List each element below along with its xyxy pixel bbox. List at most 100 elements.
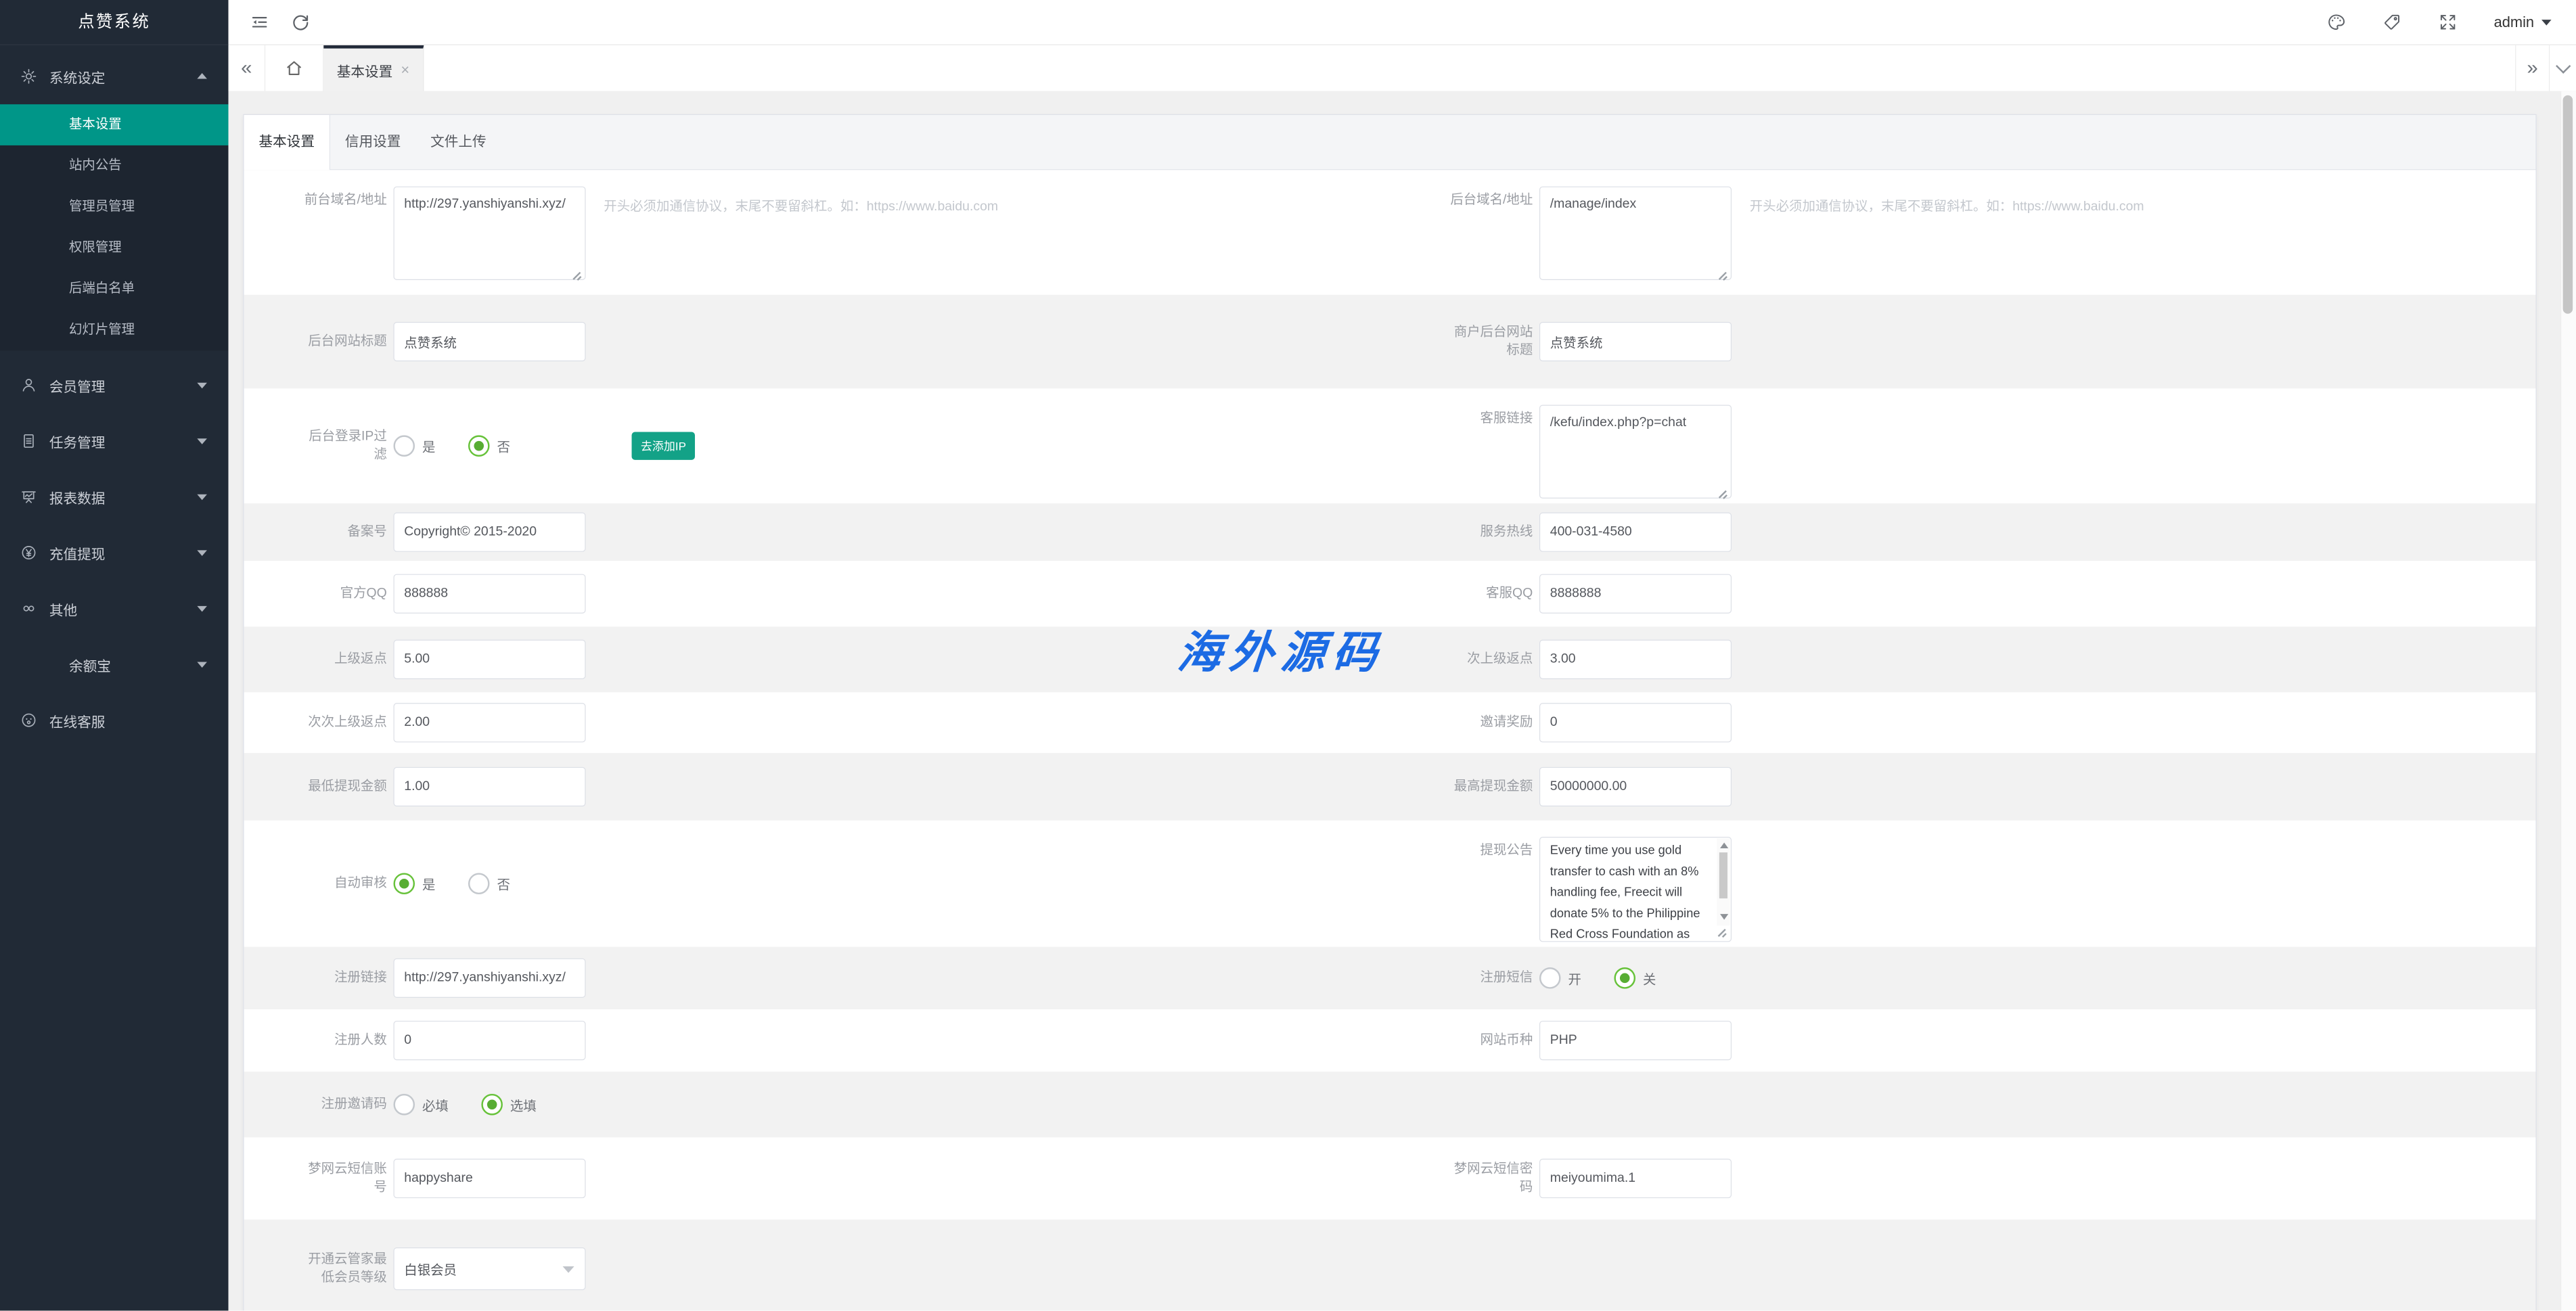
official-qq-input[interactable] bbox=[393, 574, 585, 614]
sidebar-item-slideshow-management[interactable]: 幻灯片管理 bbox=[0, 310, 228, 351]
register-link-input[interactable] bbox=[393, 959, 585, 998]
home-tab[interactable] bbox=[265, 45, 323, 91]
parent-rebate-input[interactable] bbox=[393, 640, 585, 679]
scrollbar-thumb[interactable] bbox=[1719, 852, 1727, 898]
radio-label: 否 bbox=[497, 874, 510, 894]
sidebar-item-site-announcement[interactable]: 站内公告 bbox=[0, 145, 228, 187]
login-ip-filter-option-0[interactable]: 是 bbox=[393, 435, 435, 457]
min-withdraw-input[interactable] bbox=[393, 767, 585, 806]
radio-label: 关 bbox=[1643, 968, 1656, 988]
sidebar-item-member-management[interactable]: 会员管理 bbox=[0, 364, 228, 407]
sidebar-item-basic-settings[interactable]: 基本设置 bbox=[0, 104, 228, 145]
user-menu[interactable]: admin bbox=[2494, 14, 2552, 30]
service-hotline-input[interactable] bbox=[1539, 513, 1732, 552]
form-cell-right: 后台域名/地址开头必须加通信协议，末尾不要留斜杠。如：https://www.b… bbox=[1390, 170, 2535, 295]
form-row: 注册人数网站币种 bbox=[244, 1009, 2536, 1072]
tab-basic-settings[interactable]: 基本设置 × bbox=[323, 45, 424, 91]
radio-icon[interactable] bbox=[468, 873, 490, 894]
radio-icon[interactable] bbox=[393, 435, 415, 457]
radio-selected-icon[interactable] bbox=[393, 873, 415, 894]
login-ip-filter-option-1[interactable]: 否 bbox=[468, 435, 510, 457]
cloud-butler-min-level-select[interactable]: 白银会员 bbox=[393, 1247, 585, 1290]
field-label: 提现公告 bbox=[1444, 821, 1533, 860]
sidebar-item-online-service[interactable]: 在线客服 bbox=[0, 699, 228, 741]
sidebar-item-yuebao[interactable]: 余额宝 bbox=[0, 643, 228, 686]
field-label: 客服QQ bbox=[1444, 584, 1533, 603]
admin-site-title-input[interactable] bbox=[393, 322, 585, 361]
register-count-input[interactable] bbox=[393, 1021, 585, 1060]
chevron-down-icon bbox=[563, 1266, 574, 1273]
sidebar-item-recharge-withdraw[interactable]: 充值提现 bbox=[0, 531, 228, 574]
form-row: 注册邀请码必填选填 bbox=[244, 1072, 2536, 1137]
scroll-tabs-right-icon[interactable]: » bbox=[2515, 45, 2549, 91]
mengwang-sms-account-input[interactable] bbox=[393, 1159, 585, 1198]
tag-icon[interactable] bbox=[2382, 12, 2401, 32]
sidebar-item-admin-management[interactable]: 管理员管理 bbox=[0, 187, 228, 228]
auto-review-radio-group: 是否 bbox=[393, 873, 543, 894]
sidebar-item-label: 余额宝 bbox=[69, 654, 111, 674]
scrollbar-thumb[interactable] bbox=[2563, 95, 2573, 314]
radio-selected-icon[interactable] bbox=[1614, 967, 1635, 989]
scroll-tabs-left-icon[interactable]: « bbox=[228, 45, 264, 91]
register-invite-code-option-0[interactable]: 必填 bbox=[393, 1094, 448, 1116]
sidebar-item-others[interactable]: 其他 bbox=[0, 587, 228, 630]
sidebar-item-task-management[interactable]: 任务管理 bbox=[0, 419, 228, 462]
form-cell-right: 网站币种 bbox=[1390, 1009, 2535, 1072]
third-parent-rebate-input[interactable] bbox=[393, 703, 585, 742]
radio-icon[interactable] bbox=[393, 1094, 415, 1116]
mengwang-sms-password-input[interactable] bbox=[1539, 1159, 1732, 1198]
form-row: 自动审核是否提现公告Every time you use gold transf… bbox=[244, 821, 2536, 947]
theme-palette-icon[interactable] bbox=[2326, 12, 2346, 32]
sidebar-item-report-data[interactable]: 报表数据 bbox=[0, 476, 228, 518]
login-ip-filter-button[interactable]: 去添加IP bbox=[632, 432, 696, 460]
refresh-icon[interactable] bbox=[291, 12, 311, 32]
collapse-sidebar-icon[interactable] bbox=[250, 12, 269, 32]
site-currency-input[interactable] bbox=[1539, 1021, 1732, 1060]
radio-label: 必填 bbox=[422, 1095, 449, 1114]
form-row: 注册链接注册短信开关 bbox=[244, 947, 2536, 1009]
radio-label: 是 bbox=[422, 436, 435, 456]
back-domain-textarea[interactable] bbox=[1539, 187, 1732, 280]
radio-label: 选填 bbox=[510, 1095, 537, 1114]
sidebar-item-label: 会员管理 bbox=[49, 375, 106, 395]
field-label: 官方QQ bbox=[298, 584, 387, 603]
radio-selected-icon[interactable] bbox=[468, 435, 490, 457]
second-parent-rebate-input[interactable] bbox=[1539, 640, 1732, 679]
service-qq-input[interactable] bbox=[1539, 574, 1732, 614]
radio-icon[interactable] bbox=[1539, 967, 1561, 989]
textarea-scrollbar[interactable] bbox=[1717, 838, 1730, 925]
tab-actions-menu[interactable] bbox=[2549, 45, 2576, 91]
page-scrollbar[interactable] bbox=[2560, 91, 2576, 1311]
fullscreen-icon[interactable] bbox=[2438, 12, 2458, 32]
icp-number-input[interactable] bbox=[393, 513, 585, 552]
radio-selected-icon[interactable] bbox=[481, 1094, 503, 1116]
close-icon[interactable]: × bbox=[401, 61, 409, 78]
form-row: 次次上级返点邀请奖励 bbox=[244, 692, 2536, 753]
settings-tab-credit-settings[interactable]: 信用设置 bbox=[330, 115, 415, 169]
settings-tab-file-upload[interactable]: 文件上传 bbox=[415, 115, 501, 169]
sidebar-item-backend-whitelist[interactable]: 后端白名单 bbox=[0, 269, 228, 310]
form-cell-left: 后台网站标题 bbox=[244, 295, 1390, 388]
max-withdraw-input[interactable] bbox=[1539, 767, 1732, 806]
auto-review-option-1[interactable]: 否 bbox=[468, 873, 510, 894]
invite-reward-input[interactable] bbox=[1539, 703, 1732, 742]
front-domain-textarea[interactable] bbox=[393, 187, 585, 280]
service-link-textarea[interactable] bbox=[1539, 405, 1732, 498]
form-row: 官方QQ 客服QQ bbox=[244, 561, 2536, 626]
sidebar-item-label: 报表数据 bbox=[49, 486, 106, 507]
register-sms-option-1[interactable]: 关 bbox=[1614, 967, 1656, 989]
scroll-down-icon[interactable] bbox=[1720, 914, 1728, 919]
merchant-site-title-input[interactable] bbox=[1539, 322, 1732, 361]
withdraw-notice-textarea[interactable]: Every time you use gold transfer to cash… bbox=[1539, 837, 1732, 942]
field-label: 自动审核 bbox=[298, 875, 387, 893]
scroll-up-icon[interactable] bbox=[1720, 843, 1728, 848]
sidebar-item-permission-management[interactable]: 权限管理 bbox=[0, 227, 228, 269]
register-sms-option-0[interactable]: 开 bbox=[1539, 967, 1581, 989]
register-sms-radio-group: 开关 bbox=[1539, 967, 1689, 989]
sidebar-item-system-settings[interactable]: 系统设定 bbox=[0, 55, 228, 97]
field-label: 后台网站标题 bbox=[298, 333, 387, 351]
form-cell-left: 后台登录IP过滤是否去添加IP bbox=[244, 388, 1390, 503]
auto-review-option-0[interactable]: 是 bbox=[393, 873, 435, 894]
settings-tab-basic-settings[interactable]: 基本设置 bbox=[244, 115, 330, 170]
register-invite-code-option-1[interactable]: 选填 bbox=[481, 1094, 536, 1116]
